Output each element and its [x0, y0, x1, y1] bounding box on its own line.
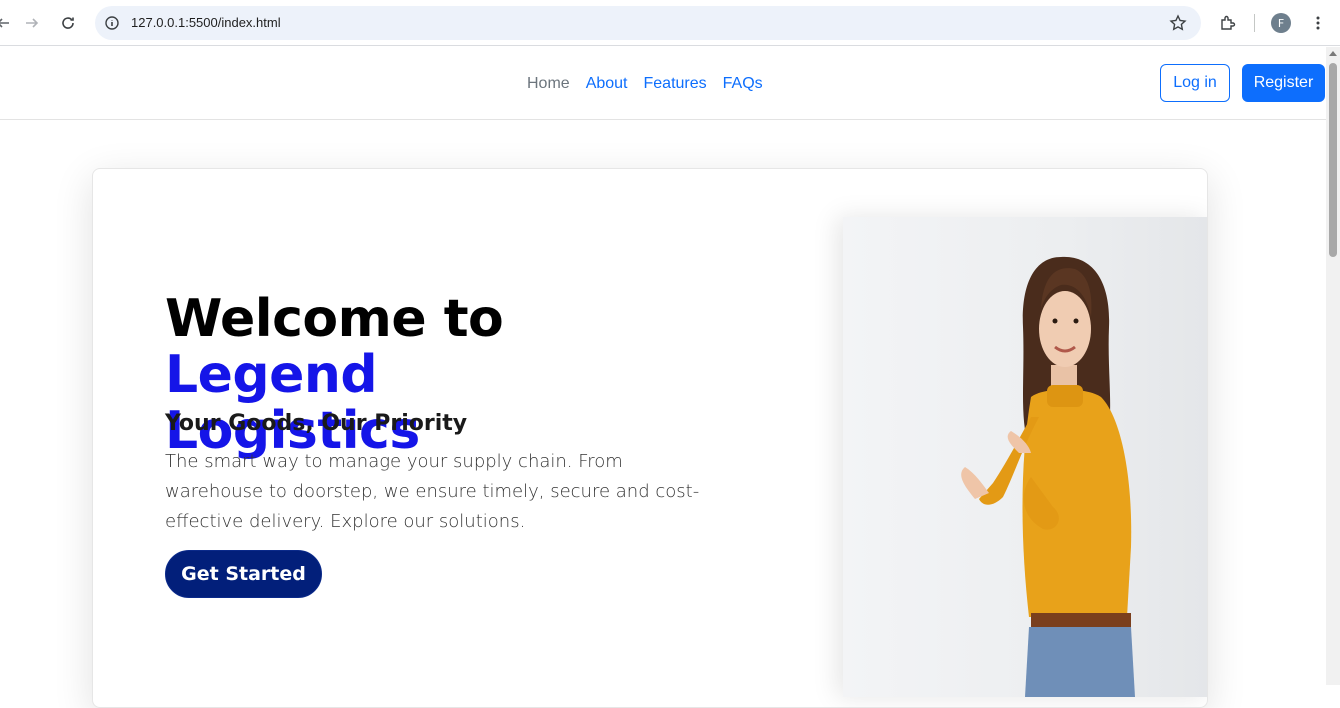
hero-image	[843, 217, 1207, 697]
nav-link-about[interactable]: About	[578, 74, 636, 94]
bookmark-star-icon[interactable]	[1169, 14, 1187, 32]
hero-title-accent-1: Legend	[165, 345, 378, 405]
url-text[interactable]: 127.0.0.1:5500/index.html	[131, 15, 281, 30]
nav-link-home[interactable]: Home	[519, 74, 578, 94]
get-started-button[interactable]: Get Started	[165, 550, 322, 598]
hero-description: The smart way to manage your supply chai…	[165, 451, 700, 532]
profile-avatar[interactable]: F	[1271, 13, 1291, 33]
more-menu-icon[interactable]	[1307, 12, 1329, 34]
reload-icon[interactable]	[57, 12, 79, 34]
nav-link-features[interactable]: Features	[636, 74, 715, 94]
woman-pointing-illustration	[961, 256, 1135, 697]
page-scrollbar[interactable]	[1326, 47, 1340, 685]
site-info-icon[interactable]	[104, 15, 120, 31]
scroll-up-arrow-icon[interactable]	[1329, 51, 1337, 56]
hero-card: Welcome to Legend Logistics Your Goods, O…	[92, 168, 1208, 708]
back-arrow-icon[interactable]	[0, 12, 14, 34]
register-button[interactable]: Register	[1242, 64, 1325, 102]
extensions-icon[interactable]	[1217, 12, 1239, 34]
toolbar-divider	[1254, 14, 1255, 32]
hero-subtitle: Your Goods, Our Priority	[165, 411, 468, 436]
scrollbar-thumb[interactable]	[1329, 63, 1337, 257]
nav-link-faqs[interactable]: FAQs	[715, 74, 771, 94]
login-button[interactable]: Log in	[1160, 64, 1230, 102]
hero-title-prefix: Welcome to	[165, 289, 504, 349]
site-navbar: Home About Features FAQs Log in Register	[0, 47, 1326, 120]
nav-links: Home About Features FAQs	[519, 74, 771, 94]
forward-arrow-icon[interactable]	[21, 12, 43, 34]
address-bar[interactable]: 127.0.0.1:5500/index.html	[95, 6, 1201, 40]
browser-toolbar: 127.0.0.1:5500/index.html F	[0, 0, 1340, 46]
